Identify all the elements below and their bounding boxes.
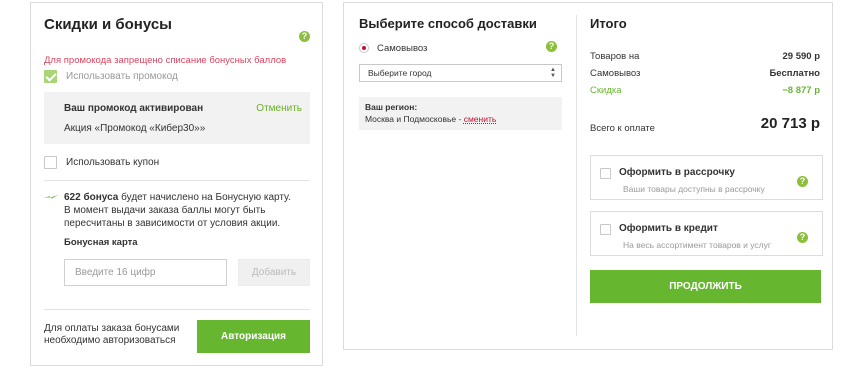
auth-note: Для оплаты заказа бонусами необходимо ав…	[44, 323, 179, 347]
credit-option[interactable]: Оформить в кредит На весь ассортимент то…	[590, 211, 823, 256]
promo-status-box: Ваш промокод активирован Отменить Акция …	[44, 92, 310, 144]
credit-checkbox[interactable]	[600, 224, 611, 235]
goods-label: Товаров на	[590, 51, 640, 62]
installment-subtitle: Ваши товары доступны в рассрочку	[623, 184, 765, 194]
help-icon[interactable]: ?	[299, 31, 310, 42]
pickup-cost-label: Самовывоз	[590, 68, 641, 79]
bonus-card-input[interactable]	[64, 259, 227, 286]
region-line: Москва и Подмосковье - сменить	[365, 114, 496, 124]
installment-title: Оформить в рассрочку	[619, 167, 735, 178]
add-card-button[interactable]: Добавить	[238, 259, 310, 286]
discount-value: −8 877 р	[782, 85, 820, 96]
help-icon[interactable]: ?	[797, 176, 808, 187]
help-icon[interactable]: ?	[797, 232, 808, 243]
credit-subtitle: На весь ассортимент товаров и услуг	[623, 240, 771, 250]
pickup-radio[interactable]	[359, 43, 369, 53]
city-select[interactable]: Выберите город ▲ ▼	[359, 64, 562, 82]
bonus-text-2: В момент выдачи заказа баллы могут быть …	[64, 205, 281, 229]
bonus-bolt-icon	[44, 195, 58, 199]
checkout-panel: Выберите способ доставки Самовывоз ? Выб…	[343, 2, 833, 350]
discounts-title: Скидки и бонусы	[44, 16, 172, 33]
total-value: 20 713 р	[760, 115, 820, 132]
use-coupon-label: Использовать купон	[66, 157, 160, 168]
region-box: Ваш регион: Москва и Подмосковье - смени…	[359, 97, 562, 130]
use-promo-checkbox[interactable]	[44, 70, 57, 83]
use-promo-label: Использовать промокод	[66, 71, 178, 82]
goods-value: 29 590 р	[782, 51, 821, 62]
installment-checkbox[interactable]	[600, 168, 611, 179]
summary-title: Итого	[590, 16, 627, 31]
help-icon[interactable]: ?	[546, 41, 557, 52]
region-change-link[interactable]: сменить	[464, 114, 497, 124]
divider	[44, 180, 310, 181]
delivery-title: Выберите способ доставки	[359, 16, 537, 31]
continue-button[interactable]: ПРОДОЛЖИТЬ	[590, 270, 821, 303]
promo-warning: Для промокода запрещено списание бонусны…	[44, 55, 287, 66]
discount-label: Скидка	[590, 85, 622, 96]
use-coupon-checkbox[interactable]	[44, 156, 57, 169]
select-arrows-icon: ▲ ▼	[550, 67, 556, 79]
promo-cancel-link[interactable]: Отменить	[256, 103, 302, 114]
total-label: Всего к оплате	[590, 123, 655, 134]
auth-note-line2: необходимо авторизоваться	[44, 335, 176, 346]
region-separator: -	[456, 114, 464, 124]
bonus-text-1: будет начислено на Бонусную карту.	[118, 192, 291, 203]
installment-option[interactable]: Оформить в рассрочку Ваши товары доступн…	[590, 155, 823, 200]
credit-title: Оформить в кредит	[619, 223, 718, 234]
bonus-info: 622 бонуса будет начислено на Бонусную к…	[64, 191, 309, 230]
bonus-card-label: Бонусная карта	[64, 237, 138, 248]
city-select-value: Выберите город	[368, 68, 432, 78]
region-label: Ваш регион:	[365, 102, 418, 112]
promo-name: Акция «Промокод «Кибер30»»	[64, 123, 206, 134]
divider	[44, 309, 310, 310]
discounts-panel: Скидки и бонусы ? Для промокода запрещен…	[30, 2, 323, 366]
pickup-cost-value: Бесплатно	[769, 68, 820, 79]
promo-status: Ваш промокод активирован	[64, 103, 204, 114]
pickup-label: Самовывоз	[377, 43, 428, 54]
auth-note-line1: Для оплаты заказа бонусами	[44, 323, 180, 334]
bonus-amount: 622 бонуса	[64, 192, 119, 203]
auth-button[interactable]: Авторизация	[197, 320, 310, 353]
column-divider	[576, 15, 577, 336]
region-value: Москва и Подмосковье	[365, 114, 457, 124]
